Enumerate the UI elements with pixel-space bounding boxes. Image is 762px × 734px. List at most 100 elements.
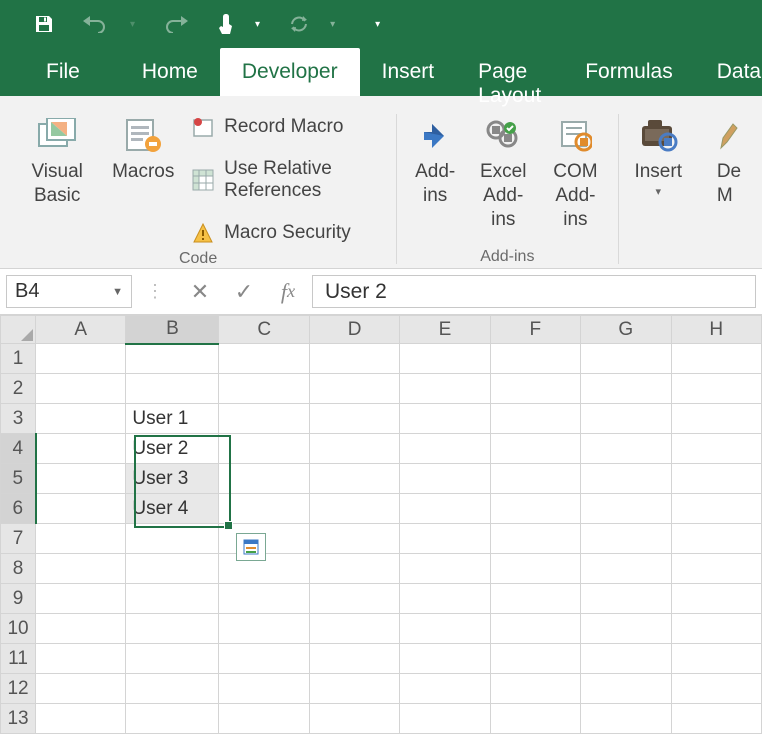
tab-developer[interactable]: Developer (220, 48, 360, 96)
cell[interactable] (400, 614, 490, 644)
refresh-icon[interactable] (288, 14, 310, 34)
macros-button[interactable]: Macros (108, 108, 178, 190)
addins-button[interactable]: Add- ins (403, 108, 467, 214)
cell[interactable] (490, 614, 580, 644)
cell[interactable] (581, 404, 672, 434)
cell[interactable] (671, 344, 761, 374)
cell[interactable] (400, 344, 490, 374)
cell-B3[interactable]: User 1 (126, 404, 219, 434)
cell[interactable] (219, 434, 309, 464)
cell[interactable] (581, 494, 672, 524)
insert-controls-button[interactable]: Insert ▾ (624, 108, 692, 206)
touch-mode-icon[interactable] (217, 13, 235, 35)
col-header-D[interactable]: D (309, 316, 399, 344)
cell[interactable] (219, 374, 309, 404)
row-header[interactable]: 3 (1, 404, 36, 434)
cell[interactable] (36, 524, 126, 554)
cell[interactable] (400, 644, 490, 674)
cell[interactable] (671, 614, 761, 644)
cell[interactable] (400, 374, 490, 404)
cell[interactable] (126, 524, 219, 554)
cell[interactable] (219, 404, 309, 434)
cell[interactable] (309, 584, 399, 614)
cell[interactable] (219, 344, 309, 374)
autofill-options-button[interactable] (236, 533, 266, 561)
cell[interactable] (309, 434, 399, 464)
cell-B6[interactable]: User 4 (126, 494, 219, 524)
undo-icon[interactable] (82, 15, 108, 33)
cell[interactable] (36, 674, 126, 704)
cell[interactable] (126, 584, 219, 614)
cell[interactable] (400, 404, 490, 434)
cell[interactable] (581, 374, 672, 404)
cell[interactable] (126, 644, 219, 674)
cell[interactable] (671, 524, 761, 554)
cell[interactable] (671, 434, 761, 464)
cell[interactable] (309, 614, 399, 644)
cell[interactable] (671, 704, 761, 734)
formula-bar-expand-icon[interactable]: ⋮ (136, 275, 176, 308)
cell[interactable] (309, 524, 399, 554)
cell[interactable] (671, 554, 761, 584)
cell[interactable] (490, 674, 580, 704)
select-all-corner[interactable] (1, 316, 36, 344)
col-header-E[interactable]: E (400, 316, 490, 344)
cell[interactable] (671, 494, 761, 524)
cell[interactable] (490, 464, 580, 494)
row-header[interactable]: 10 (1, 614, 36, 644)
cell[interactable] (126, 674, 219, 704)
cell[interactable] (400, 704, 490, 734)
tab-data[interactable]: Data (695, 48, 762, 96)
cell[interactable] (581, 704, 672, 734)
spreadsheet-grid[interactable]: A B C D E F G H 1 2 3User 1 4User 2 5Use… (0, 315, 762, 734)
cell[interactable] (400, 494, 490, 524)
row-header[interactable]: 2 (1, 374, 36, 404)
cell[interactable] (126, 374, 219, 404)
undo-dropdown-icon[interactable]: ▾ (130, 19, 135, 30)
row-header[interactable]: 12 (1, 674, 36, 704)
cell[interactable] (126, 554, 219, 584)
cell[interactable] (36, 614, 126, 644)
design-mode-button[interactable]: De M (692, 108, 756, 214)
insert-function-icon[interactable]: fx (268, 275, 308, 308)
cell[interactable] (309, 404, 399, 434)
cell[interactable] (309, 344, 399, 374)
cell[interactable] (671, 374, 761, 404)
cell[interactable] (36, 464, 126, 494)
cell[interactable] (126, 704, 219, 734)
cell[interactable] (490, 344, 580, 374)
cell-B5[interactable]: User 3 (126, 464, 219, 494)
col-header-F[interactable]: F (490, 316, 580, 344)
cell[interactable] (36, 374, 126, 404)
visual-basic-button[interactable]: Visual Basic (6, 108, 108, 214)
col-header-C[interactable]: C (219, 316, 309, 344)
redo-icon[interactable] (163, 15, 189, 33)
cell[interactable] (36, 704, 126, 734)
cell[interactable] (671, 404, 761, 434)
name-box[interactable]: B4 ▼ (6, 275, 132, 308)
cell[interactable] (36, 584, 126, 614)
cell[interactable] (581, 434, 672, 464)
cell[interactable] (581, 524, 672, 554)
tab-file[interactable]: File (24, 48, 120, 96)
cell[interactable] (581, 344, 672, 374)
row-header[interactable]: 1 (1, 344, 36, 374)
cell[interactable] (581, 584, 672, 614)
row-header[interactable]: 7 (1, 524, 36, 554)
tab-insert[interactable]: Insert (360, 48, 457, 96)
cell[interactable] (400, 434, 490, 464)
cell[interactable] (671, 584, 761, 614)
cell[interactable] (400, 674, 490, 704)
cell[interactable] (36, 644, 126, 674)
cell[interactable] (400, 584, 490, 614)
cell[interactable] (219, 704, 309, 734)
enter-icon[interactable]: ✓ (224, 275, 264, 308)
cell[interactable] (309, 704, 399, 734)
cell[interactable] (490, 644, 580, 674)
cell[interactable] (581, 464, 672, 494)
cell[interactable] (219, 644, 309, 674)
cell[interactable] (671, 464, 761, 494)
cell[interactable] (126, 344, 219, 374)
col-header-G[interactable]: G (581, 316, 672, 344)
cell-B4[interactable]: User 2 (126, 434, 219, 464)
